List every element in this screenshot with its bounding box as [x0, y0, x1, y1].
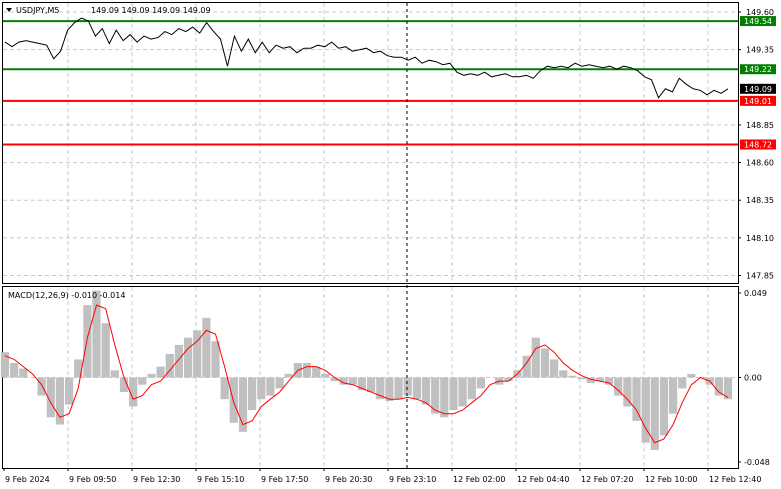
macd-bar: [92, 290, 101, 378]
time-tick-label: 12 Feb 04:40: [517, 475, 569, 484]
trading-chart[interactable]: 149.54 149.22 149.01 148.72 149.60 149.35 148…: [0, 0, 781, 489]
price-tick-label: 149.60: [746, 8, 774, 17]
macd-bar: [531, 337, 540, 378]
time-tick-label: 12 Feb 10:00: [645, 475, 697, 484]
time-tick-label: 9 Feb 23:10: [389, 475, 436, 484]
macd-bar: [110, 370, 119, 378]
macd-bar: [385, 377, 394, 401]
macd-tick-label: -0.048: [744, 458, 770, 467]
macd-bar: [220, 377, 229, 400]
macd-bar: [10, 363, 19, 378]
macd-tick-label: 0.049: [744, 289, 767, 298]
macd-bar: [669, 377, 678, 414]
price-tick-label: 148.85: [746, 121, 774, 130]
macd-bar: [367, 377, 376, 392]
macd-bar: [458, 377, 467, 407]
macd-bar: [714, 377, 723, 396]
level-label: 149.22: [744, 65, 772, 74]
current-price-label: 149.09: [744, 85, 772, 94]
macd-bar: [632, 377, 641, 421]
time-tick-label: 9 Feb 2024: [5, 475, 50, 484]
macd-bar: [348, 377, 357, 385]
macd-tick-label: 0.00: [744, 374, 762, 383]
level-label: 149.54: [744, 17, 772, 26]
macd-bar: [540, 348, 550, 378]
macd-axis: 0.049 0.00 -0.048: [738, 289, 770, 467]
macd-bar: [266, 377, 275, 396]
current-price-marker: 149.09: [740, 83, 776, 94]
time-tick-label: 9 Feb 17:50: [261, 475, 308, 484]
macd-bar: [440, 377, 449, 418]
macd-bar: [394, 377, 403, 400]
macd-bar: [19, 368, 28, 378]
price-tick-label: 148.10: [746, 234, 774, 243]
macd-bar: [412, 377, 421, 400]
level-label: 149.01: [744, 97, 772, 106]
time-tick-label: 9 Feb 12:30: [133, 475, 180, 484]
macd-bar: [476, 377, 485, 389]
price-tick-label: 149.35: [746, 46, 774, 55]
macd-bar: [659, 377, 669, 436]
macd-bar: [449, 377, 458, 411]
level-label: 148.72: [744, 141, 772, 150]
macd-bar: [604, 377, 614, 385]
time-tick-label: 9 Feb 15:10: [197, 475, 244, 484]
price-tick-label: 147.85: [746, 271, 774, 280]
macd-bar: [65, 377, 74, 405]
time-tick-label: 12 Feb 12:40: [709, 475, 761, 484]
macd-bar: [550, 359, 559, 378]
macd-bar: [687, 373, 696, 378]
price-panel[interactable]: [2, 2, 739, 284]
price-tick-label: 148.35: [746, 196, 774, 205]
macd-bar: [156, 366, 165, 378]
macd-bar: [321, 373, 330, 378]
macd-bar: [467, 377, 476, 400]
macd-bar: [202, 317, 211, 378]
time-tick-label: 9 Feb 20:30: [325, 475, 372, 484]
macd-bar: [421, 377, 431, 405]
macd-bar: [559, 370, 568, 378]
macd-bar: [257, 377, 266, 400]
macd-bar: [174, 344, 183, 378]
macd-label: MACD(12,26,9) -0.010 -0.014: [8, 291, 125, 300]
macd-bar: [101, 323, 110, 378]
macd-bar: [83, 305, 92, 378]
time-axis: 9 Feb 2024 9 Feb 09:50 9 Feb 12:30 9 Feb 15…: [3, 468, 761, 484]
macd-bar: [229, 377, 238, 423]
time-tick-label: 9 Feb 09:50: [69, 475, 116, 484]
macd-bar: [37, 377, 46, 396]
macd-bar: [138, 377, 147, 385]
macd-bar: [248, 377, 257, 411]
macd-bar: [403, 377, 412, 396]
time-tick-label: 12 Feb 02:00: [453, 475, 505, 484]
ohlc-values: 149.09 149.09 149.09 149.09: [91, 6, 211, 15]
time-tick-label: 12 Feb 07:20: [581, 475, 633, 484]
macd-bar: [147, 373, 156, 378]
price-tick-label: 148.60: [746, 159, 774, 168]
macd-bar: [275, 377, 284, 389]
symbol-label: USDJPY,M5: [16, 6, 60, 15]
macd-bar: [211, 341, 220, 378]
macd-bar: [302, 363, 312, 378]
macd-bar: [568, 375, 577, 378]
macd-bar: [678, 377, 687, 389]
macd-bar: [577, 377, 586, 380]
macd-bar: [184, 337, 193, 378]
